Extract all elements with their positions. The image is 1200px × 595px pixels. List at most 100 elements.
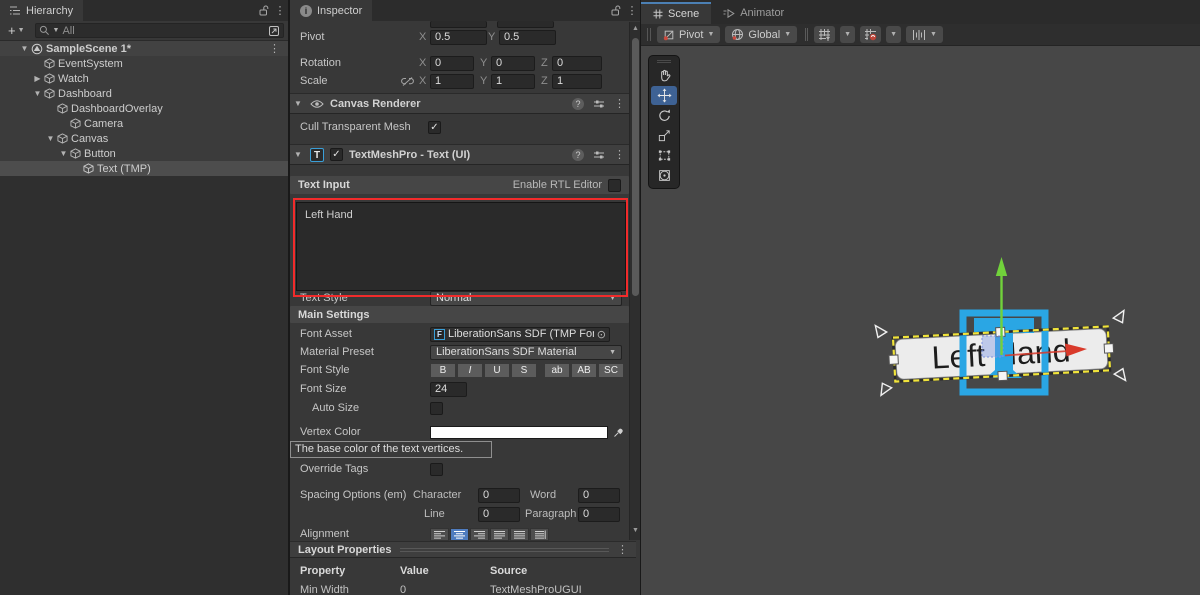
tab-animator[interactable]: Animator: [711, 2, 797, 24]
rotation-y-field[interactable]: 0: [491, 55, 535, 71]
lock-icon[interactable]: [256, 0, 272, 21]
auto-size-checkbox[interactable]: [430, 401, 443, 415]
bold-button[interactable]: B: [430, 362, 456, 378]
main-settings-bar[interactable]: Main Settings: [290, 306, 629, 323]
grid-visibility-caret[interactable]: ▼: [840, 26, 856, 43]
smallcaps-button[interactable]: SC: [598, 362, 624, 378]
strikethrough-button[interactable]: S: [511, 362, 537, 378]
clipped-field[interactable]: [497, 21, 554, 28]
grid-visibility-button[interactable]: [814, 26, 836, 43]
lock-icon[interactable]: [608, 0, 624, 21]
xy-plane-handle[interactable]: [981, 335, 1004, 358]
align-right-button[interactable]: [470, 527, 489, 541]
scene-viewport[interactable]: Left Hand: [641, 46, 1200, 595]
lowercase-button[interactable]: ab: [544, 362, 570, 378]
panel-menu-icon[interactable]: ⋮: [624, 0, 640, 21]
component-menu-icon[interactable]: ⋮: [614, 148, 625, 161]
scale-y-field[interactable]: 1: [491, 73, 535, 89]
hierarchy-empty-area[interactable]: [0, 176, 288, 595]
underline-button[interactable]: U: [484, 362, 510, 378]
foldout-expanded-icon[interactable]: ▼: [294, 150, 304, 159]
pivot-x-field[interactable]: 0.5: [430, 29, 487, 45]
scrollbar-thumb[interactable]: [632, 38, 639, 296]
scale-tool-button[interactable]: [651, 126, 677, 145]
eyedropper-icon[interactable]: [613, 427, 624, 438]
scale-z-field[interactable]: 1: [552, 73, 602, 89]
vertex-color-swatch[interactable]: [430, 425, 608, 439]
text-input-bar[interactable]: Text Input Enable RTL Editor: [290, 176, 629, 194]
spacing-word-field[interactable]: 0: [578, 487, 620, 503]
tab-scene[interactable]: Scene: [641, 2, 712, 24]
layout-menu-icon[interactable]: ⋮: [617, 543, 628, 556]
rotation-z-field[interactable]: 0: [552, 55, 602, 71]
foldout-expanded-icon[interactable]: ▼: [294, 99, 304, 108]
italic-button[interactable]: I: [457, 362, 483, 378]
align-justify-button[interactable]: [490, 527, 509, 541]
rotate-tool-button[interactable]: [651, 106, 677, 125]
material-preset-dropdown[interactable]: LiberationSans SDF Material ▼: [430, 344, 622, 360]
text-style-dropdown[interactable]: Normal ▼: [430, 290, 622, 306]
hierarchy-row[interactable]: ▶ Watch: [0, 71, 288, 86]
spacing-line-field[interactable]: 0: [478, 506, 520, 522]
text-value-textarea[interactable]: Left Hand: [296, 202, 626, 291]
hierarchy-row-selected[interactable]: ▶ Text (TMP): [0, 161, 288, 176]
canvas-renderer-header[interactable]: ▼ Canvas Renderer ? ⋮: [290, 93, 629, 114]
scroll-down-icon[interactable]: ▼: [630, 527, 641, 534]
global-mode-button[interactable]: Global ▼: [725, 26, 798, 43]
search-input[interactable]: ▼ All: [34, 23, 284, 38]
spacing-paragraph-field[interactable]: 0: [578, 506, 620, 522]
clipped-field[interactable]: [430, 21, 487, 28]
foldout-expanded-icon[interactable]: ▼: [31, 89, 44, 98]
layout-properties-header[interactable]: Layout Properties ⋮: [290, 541, 636, 558]
hierarchy-row[interactable]: ▼ Canvas: [0, 131, 288, 146]
presets-icon[interactable]: [593, 99, 605, 109]
component-enabled-checkbox[interactable]: [330, 148, 343, 161]
override-tags-checkbox[interactable]: [430, 462, 443, 476]
component-menu-icon[interactable]: ⋮: [614, 97, 625, 110]
link-broken-icon[interactable]: [401, 76, 414, 86]
search-filter-caret[interactable]: ▼: [53, 27, 60, 34]
hierarchy-row[interactable]: ▶ Camera: [0, 116, 288, 131]
grid-snap-caret[interactable]: ▼: [886, 26, 902, 43]
grid-snap-button[interactable]: [860, 26, 882, 43]
align-left-button[interactable]: [430, 527, 449, 541]
inspector-scrollbar[interactable]: ▲ ▼: [629, 22, 640, 540]
align-flush-button[interactable]: [510, 527, 529, 541]
presets-icon[interactable]: [593, 150, 605, 160]
align-center-button[interactable]: [450, 527, 469, 541]
tab-hierarchy[interactable]: Hierarchy: [0, 0, 84, 21]
object-picker-icon[interactable]: ⊙: [597, 328, 606, 341]
foldout-collapsed-icon[interactable]: ▶: [31, 74, 44, 83]
hierarchy-row[interactable]: ▶ DashboardOverlay: [0, 101, 288, 116]
help-icon[interactable]: ?: [572, 97, 584, 110]
hand-tool-button[interactable]: [651, 66, 677, 85]
move-tool-button[interactable]: [651, 86, 677, 105]
pivot-mode-button[interactable]: Pivot ▼: [657, 26, 721, 43]
hierarchy-row[interactable]: ▶ EventSystem: [0, 56, 288, 71]
foldout-expanded-icon[interactable]: ▼: [44, 134, 57, 143]
rect-tool-button[interactable]: [651, 146, 677, 165]
rtl-checkbox[interactable]: [608, 178, 621, 192]
toolbar-grip-icon[interactable]: [646, 28, 652, 41]
foldout-expanded-icon[interactable]: ▼: [18, 44, 31, 53]
snap-increment-button[interactable]: ▼: [906, 26, 943, 43]
hierarchy-row[interactable]: ▼ Dashboard: [0, 86, 288, 101]
transform-tool-button[interactable]: [651, 166, 677, 185]
font-asset-field[interactable]: F LiberationSans SDF (TMP Font A ⊙: [430, 326, 610, 342]
foldout-expanded-icon[interactable]: ▼: [57, 149, 70, 158]
tmp-header[interactable]: ▼ T TextMeshPro - Text (UI) ? ⋮: [290, 144, 629, 165]
eye-icon[interactable]: [310, 99, 324, 109]
uppercase-button[interactable]: AB: [571, 362, 597, 378]
scene-menu-icon[interactable]: ⋮: [269, 42, 280, 55]
tab-inspector[interactable]: i Inspector: [290, 0, 373, 21]
pivot-y-field[interactable]: 0.5: [499, 29, 556, 45]
hierarchy-row-scene[interactable]: ▼ SampleScene 1* ⋮: [0, 41, 288, 56]
scroll-up-icon[interactable]: ▲: [630, 25, 641, 32]
search-picker-icon[interactable]: [268, 25, 280, 37]
cull-checkbox[interactable]: [428, 120, 441, 134]
spacing-character-field[interactable]: 0: [478, 487, 520, 503]
palette-grip[interactable]: [651, 58, 677, 65]
scale-x-field[interactable]: 1: [430, 73, 474, 89]
hierarchy-row[interactable]: ▼ Button: [0, 146, 288, 161]
create-object-button[interactable]: + ▼: [4, 23, 29, 38]
